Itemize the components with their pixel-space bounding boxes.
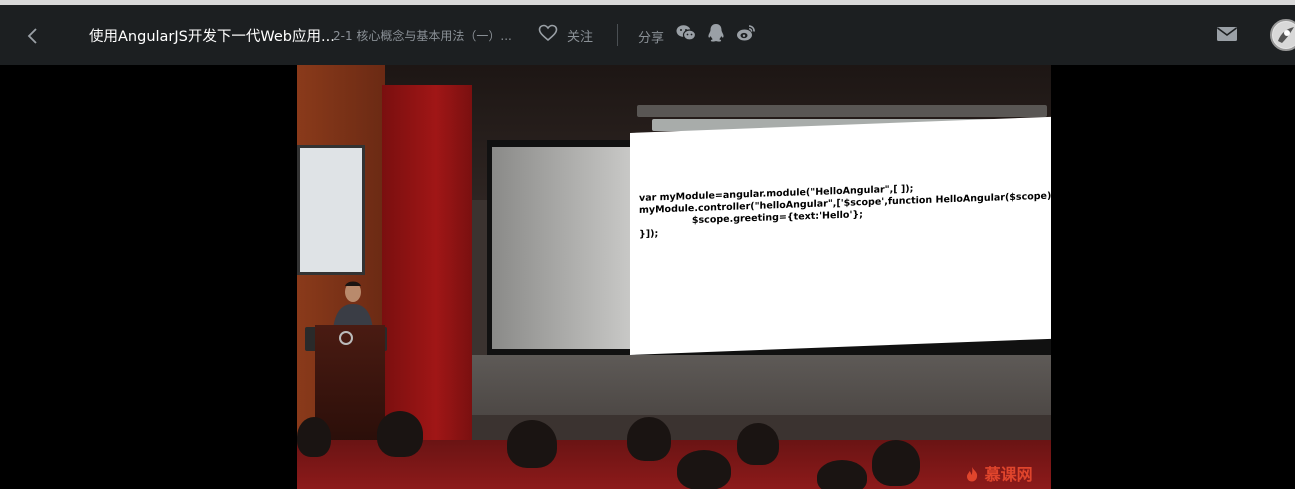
follow-label: 关注 (567, 29, 594, 45)
audience-head (872, 440, 920, 486)
projection-screen-left (492, 147, 632, 349)
lesson-subtitle: 2-1 核心概念与基本用法（一）... (333, 29, 512, 43)
audience-head (627, 417, 671, 461)
podium-logo (339, 331, 353, 345)
speaker (327, 280, 379, 330)
header-divider (617, 24, 618, 46)
audience-head (677, 450, 731, 489)
share-label: 分享 (638, 31, 665, 46)
stage-wall (472, 355, 1051, 415)
audience-head (507, 420, 557, 468)
video-player[interactable]: var myModule=angular.module("HelloAngula… (297, 65, 1051, 489)
heart-icon (538, 24, 558, 46)
audience-head (297, 417, 331, 457)
audience-head (377, 411, 423, 457)
top-nav-bar: 使用AngularJS开发下一代Web应用... 2-1 核心概念与基本用法（一… (0, 5, 1295, 65)
follow-button[interactable]: 关注 (538, 22, 593, 48)
mail-icon[interactable] (1216, 25, 1238, 43)
imooc-watermark: 慕课网 (965, 461, 1033, 485)
red-pillar (382, 85, 472, 465)
audience-head (817, 460, 867, 489)
back-chevron-icon[interactable] (22, 25, 44, 47)
side-monitor (297, 145, 365, 275)
wechat-icon[interactable] (675, 22, 697, 44)
course-title[interactable]: 使用AngularJS开发下一代Web应用... (89, 25, 335, 46)
flame-icon (965, 465, 985, 484)
audience-head (737, 423, 779, 465)
watermark-text: 慕课网 (984, 465, 1033, 484)
weibo-icon[interactable] (735, 22, 757, 44)
ceiling-lights-back (637, 105, 1047, 117)
qq-icon[interactable] (705, 22, 727, 44)
avatar[interactable] (1270, 19, 1295, 51)
